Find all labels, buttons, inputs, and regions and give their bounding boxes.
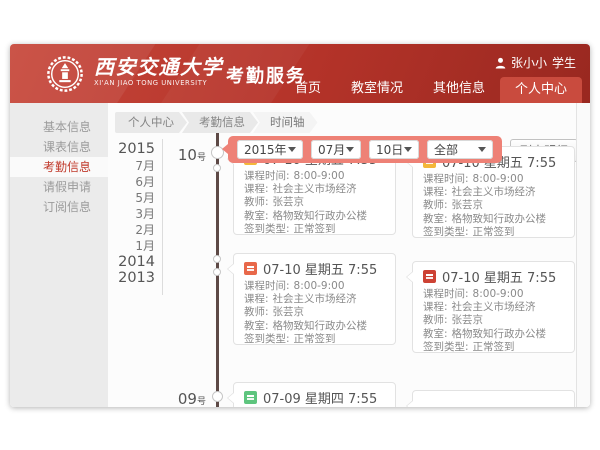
day-number: 09: [178, 390, 197, 407]
card-row: 教师:张芸京: [244, 196, 385, 209]
sidebar-item-schedule-info[interactable]: 课表信息: [10, 137, 108, 157]
university-name: 西安交通大学 XI'AN JIAO TONG UNIVERSITY: [94, 55, 223, 88]
sidebar-item-leave-request[interactable]: 请假申请: [10, 177, 108, 197]
card-row: 课程:社会主义市场经济: [423, 186, 564, 199]
main-panel: 个人中心 考勤信息 时间轴 2015 7月 6月 5月 3月 2月 1月 201…: [108, 103, 590, 407]
timeline-month-1[interactable]: 1月: [108, 238, 155, 254]
timeline-day-marker-09: 09号: [164, 389, 206, 407]
card-row: 课程时间:8:00-9:00: [423, 173, 564, 186]
card-row: 教室:格物致知行政办公楼: [244, 210, 385, 223]
timeline-dot: [212, 391, 223, 402]
card-row: 课程:社会主义市场经济: [423, 301, 564, 314]
chevron-down-icon: [478, 147, 486, 152]
timeline-month-7[interactable]: 7月: [108, 158, 155, 174]
day-suffix: 号: [197, 153, 206, 163]
attendance-card: 07-09 星期四 7:55: [233, 382, 396, 407]
year-select-value: 2015年: [244, 141, 287, 158]
category-select[interactable]: 全部: [427, 140, 493, 159]
university-seal-icon: [46, 55, 84, 93]
attendance-card-title: 07-09 星期四 7:55: [263, 388, 377, 407]
card-row: 签到类型:正常签到: [423, 341, 564, 354]
timeline-year-2015[interactable]: 2015: [108, 141, 155, 158]
timeline-month-5[interactable]: 5月: [108, 190, 155, 206]
app-header: 西安交通大学 XI'AN JIAO TONG UNIVERSITY 考勤服务 张…: [10, 44, 590, 103]
attendance-card-title: 07-10 星期五 7:55: [263, 259, 377, 278]
day-number: 10: [178, 146, 197, 164]
timeline-dot: [213, 255, 221, 263]
signin-status-icon: [244, 391, 257, 404]
breadcrumb-timeline[interactable]: 时间轴: [253, 112, 318, 133]
attendance-card: [412, 390, 575, 407]
attendance-card-header: 07-09 星期四 7:55: [244, 389, 385, 405]
card-row: 签到类型:正常签到: [244, 223, 385, 236]
attendance-card: 07-10 星期五 7:55 课程时间:8:00-9:00 课程:社会主义市场经…: [233, 253, 396, 345]
card-row: 课程时间:8:00-9:00: [423, 288, 564, 301]
card-row: 教室:格物致知行政办公楼: [244, 320, 385, 333]
date-filter-bar: 2015年 07月 10日 全部: [228, 136, 502, 163]
timeline-dot: [213, 268, 221, 276]
card-row: 教师:张芸京: [244, 306, 385, 319]
card-row: 签到类型:正常签到: [423, 226, 564, 239]
user-icon: [495, 57, 506, 69]
attendance-card-title: 07-10 星期五 7:55: [442, 267, 556, 286]
attendance-card-header: 07-10 星期五 7:55: [244, 260, 385, 276]
university-name-cn: 西安交通大学: [94, 55, 223, 79]
timeline-month-2[interactable]: 2月: [108, 222, 155, 238]
category-select-value: 全部: [434, 141, 458, 158]
card-row: 签到类型:正常签到: [244, 333, 385, 346]
card-row: 课程时间:8:00-9:00: [244, 170, 385, 183]
timeline-year-month-nav: 2015 7月 6月 5月 3月 2月 1月 2014 2013: [108, 139, 163, 295]
chevron-down-icon: [346, 147, 354, 152]
content-area: 基本信息 课表信息 考勤信息 请假申请 订阅信息 个人中心 考勤信息 时间轴 2…: [10, 103, 590, 407]
user-info[interactable]: 张小小 学生: [495, 54, 576, 71]
nav-item-home[interactable]: 首页: [280, 74, 336, 103]
app-window: 西安交通大学 XI'AN JIAO TONG UNIVERSITY 考勤服务 张…: [10, 44, 590, 407]
top-nav: 首页 教室情况 其他信息 个人中心: [280, 74, 582, 103]
sidebar-item-basic-info[interactable]: 基本信息: [10, 117, 108, 137]
attendance-card-header: 07-10 星期五 7:55: [423, 268, 564, 284]
card-row: 课程时间:8:00-9:00: [244, 280, 385, 293]
user-role: 学生: [552, 54, 576, 71]
timeline-month-3[interactable]: 3月: [108, 206, 155, 222]
signin-status-icon: [423, 270, 436, 283]
sidebar: 基本信息 课表信息 考勤信息 请假申请 订阅信息: [10, 103, 108, 407]
signin-status-icon: [244, 262, 257, 275]
card-row: 教室:格物致知行政办公楼: [423, 328, 564, 341]
nav-item-other-info[interactable]: 其他信息: [418, 74, 500, 103]
card-row: 课程:社会主义市场经济: [244, 293, 385, 306]
day-select[interactable]: 10日: [369, 140, 419, 159]
card-row: 教师:张芸京: [423, 199, 564, 212]
timeline-day-marker-10: 10号: [164, 145, 206, 164]
sidebar-item-subscription-info[interactable]: 订阅信息: [10, 197, 108, 217]
day-select-value: 10日: [376, 141, 403, 158]
year-select[interactable]: 2015年: [237, 140, 303, 159]
timeline-month-6[interactable]: 6月: [108, 174, 155, 190]
month-select-value: 07月: [318, 141, 345, 158]
sidebar-item-attendance-info[interactable]: 考勤信息: [10, 157, 108, 177]
nav-item-personal-center[interactable]: 个人中心: [500, 77, 582, 103]
nav-item-classrooms[interactable]: 教室情况: [336, 74, 418, 103]
user-name: 张小小: [511, 54, 547, 71]
breadcrumb: 个人中心 考勤信息 时间轴: [115, 112, 318, 133]
timeline-year-2013[interactable]: 2013: [108, 270, 155, 287]
breadcrumb-attendance-info[interactable]: 考勤信息: [182, 112, 258, 133]
timeline-dot: [213, 164, 221, 172]
breadcrumb-personal-center[interactable]: 个人中心: [115, 112, 187, 133]
card-row: 课程:社会主义市场经济: [244, 183, 385, 196]
scrollbar[interactable]: [576, 103, 590, 407]
chevron-down-icon: [404, 147, 412, 152]
chevron-down-icon: [288, 147, 296, 152]
card-row: 教室:格物致知行政办公楼: [423, 213, 564, 226]
university-name-en: XI'AN JIAO TONG UNIVERSITY: [94, 79, 223, 88]
attendance-card: 07-10 星期五 7:55 课程时间:8:00-9:00 课程:社会主义市场经…: [412, 261, 575, 353]
card-row: 教师:张芸京: [423, 314, 564, 327]
timeline-year-2014[interactable]: 2014: [108, 254, 155, 271]
month-select[interactable]: 07月: [311, 140, 361, 159]
day-suffix: 号: [197, 397, 206, 407]
